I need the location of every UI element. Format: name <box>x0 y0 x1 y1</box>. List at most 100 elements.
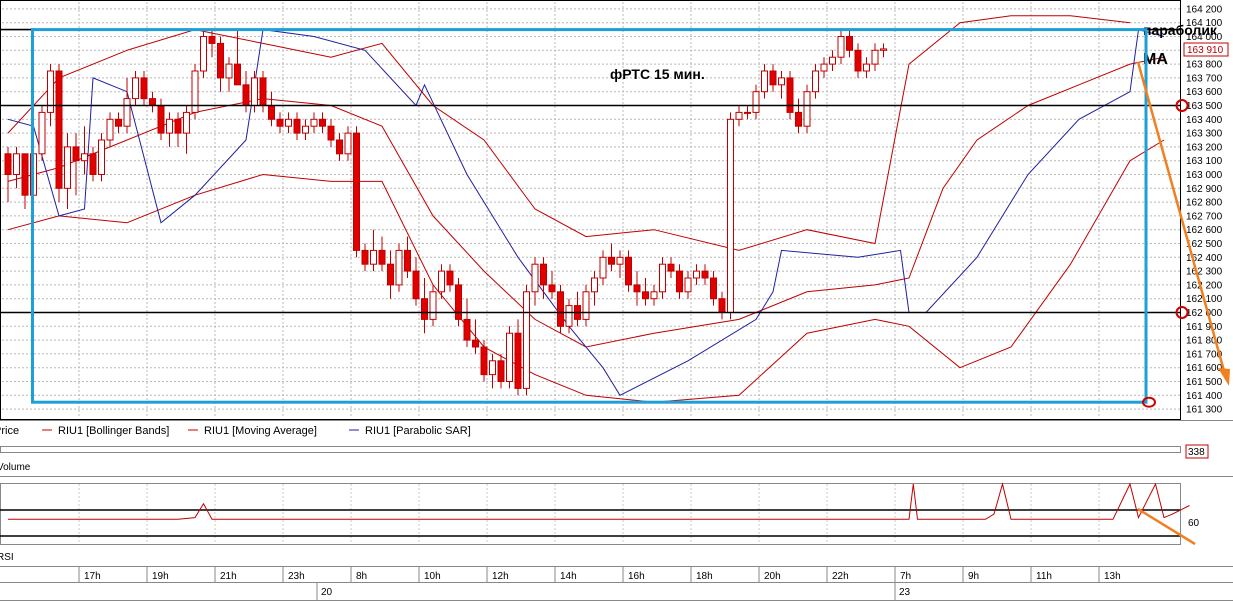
candle-body <box>251 77 258 107</box>
candle-body <box>55 70 63 189</box>
y-tick-label: 164 200 <box>1186 4 1223 15</box>
time-label: 22h <box>832 571 849 582</box>
candle-body <box>319 118 326 127</box>
time-label: 9h <box>968 571 979 582</box>
date-label: 23 <box>899 587 911 598</box>
y-tick-label: 163 500 <box>1186 101 1223 112</box>
volume-panel: 338 Volume <box>0 444 1233 477</box>
candle-body <box>863 63 870 72</box>
candle-body <box>276 118 284 127</box>
candle-body <box>829 56 836 65</box>
time-label: 12h <box>492 571 509 582</box>
candle-body <box>183 111 190 134</box>
candle-body <box>820 63 828 72</box>
candle-body <box>446 270 454 286</box>
candle-body <box>480 346 488 376</box>
candle-body <box>701 270 709 279</box>
candle-body <box>531 263 539 293</box>
candle-body <box>412 270 420 300</box>
candle-body <box>115 118 122 127</box>
candle-body <box>693 270 700 279</box>
legend-label: RIU1 [Moving Average] <box>204 425 317 437</box>
candle-body <box>89 153 97 176</box>
legend-label: RIU1 [Parabolic SAR] <box>365 425 471 437</box>
candle-body <box>846 36 853 51</box>
candle-body <box>174 118 182 134</box>
candle-body <box>123 98 131 127</box>
y-tick-label: 162 600 <box>1186 225 1223 236</box>
candle-body <box>676 270 683 293</box>
y-tick-label: 162 900 <box>1186 184 1223 195</box>
candle-body <box>837 36 845 58</box>
candle-body <box>361 249 369 265</box>
y-tick-label: 162 500 <box>1186 239 1223 250</box>
time-label: 17h <box>84 571 101 582</box>
candle-body <box>463 318 471 341</box>
candle-body <box>38 111 46 155</box>
candle-body <box>769 70 777 86</box>
candle-body <box>778 77 785 86</box>
candle-body <box>344 132 352 155</box>
candle-body <box>871 49 879 65</box>
time-labels: 17h 19h 21h 23h 8h 10h 12h 14h 16h 18h 20h 22h 7h 9h 1… <box>78 567 1121 600</box>
rsi-panel: 60 RSI <box>0 482 1200 563</box>
candle-body <box>208 36 216 44</box>
y-tick-label: 162 800 <box>1186 198 1223 209</box>
candle-body <box>795 111 802 127</box>
time-label: 8h <box>356 571 367 582</box>
candle-body <box>217 42 224 79</box>
candle-body <box>225 63 233 79</box>
candle-body <box>599 256 607 279</box>
candle-body <box>812 70 819 93</box>
y-axis: 164 200164 100164 000163 900163 800163 7… <box>1186 4 1223 415</box>
candle-body <box>149 98 156 106</box>
rsi-label: RSI <box>0 552 14 563</box>
legend-items: Price RIU1 [Bollinger Bands] RIU1 [Moving … <box>0 425 471 437</box>
candle-body <box>557 291 564 327</box>
candle-body <box>336 139 343 155</box>
time-label: 19h <box>152 571 169 582</box>
legend-label: Price <box>0 425 19 437</box>
candle-body <box>387 263 394 286</box>
candle-body <box>642 291 649 300</box>
y-tick-label: 161 900 <box>1186 322 1223 333</box>
candle-body <box>72 146 80 162</box>
candle-body <box>132 77 139 100</box>
candle-body <box>242 84 250 107</box>
current-price-badge: 163 910 <box>1183 42 1229 57</box>
y-tick-label: 162 700 <box>1186 211 1223 222</box>
candle-body <box>633 284 641 293</box>
candle-body <box>81 153 88 162</box>
price-panel: 164 200164 100164 000163 900163 800163 7… <box>0 0 1229 420</box>
time-label: 10h <box>424 571 441 582</box>
candle-body <box>302 125 309 134</box>
volume-value: 338 <box>1188 447 1205 458</box>
y-tick-label: 163 100 <box>1186 156 1223 167</box>
candle-body <box>327 125 335 141</box>
time-label: 20h <box>764 571 781 582</box>
candle-body <box>234 63 241 86</box>
candle-body <box>353 132 360 251</box>
candle-body <box>13 153 20 176</box>
y-tick-label: 163 400 <box>1186 115 1223 126</box>
candle-body <box>880 48 887 51</box>
time-label: 13h <box>1104 571 1121 582</box>
current-price-value: 163 910 <box>1187 45 1224 56</box>
time-label: 23h <box>288 571 305 582</box>
y-tick-label: 161 500 <box>1186 377 1223 388</box>
candle-body <box>591 277 598 293</box>
candle-body <box>429 291 437 320</box>
candle-body <box>4 153 12 176</box>
y-tick-label: 161 600 <box>1186 363 1223 374</box>
y-tick-label: 162 300 <box>1186 267 1223 278</box>
candle-body <box>684 277 692 293</box>
candle-body <box>506 332 513 383</box>
candle-body <box>523 291 530 389</box>
candle-body <box>421 298 428 320</box>
y-tick-label: 162 200 <box>1186 280 1223 291</box>
y-tick-label: 161 300 <box>1186 405 1223 416</box>
date-label: 20 <box>321 587 333 598</box>
candle-body <box>659 263 666 293</box>
candle-body <box>786 77 794 113</box>
candle-body <box>166 118 173 134</box>
